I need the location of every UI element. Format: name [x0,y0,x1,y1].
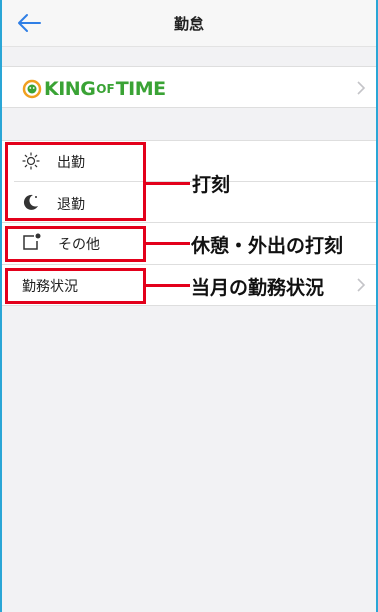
logo-text-of: OF [96,82,115,96]
page-title: 勤怠 [173,15,204,33]
annotation-connector-clock [146,182,190,185]
divider [2,222,376,223]
king-of-time-logo: KING OF TIME [22,78,166,100]
annotation-box-monthly [5,268,146,304]
chevron-right-icon [357,278,366,292]
annotation-box-break [5,226,146,262]
annotation-text-break: 休憩・外出の打刻 [191,235,344,257]
chevron-right-icon [357,81,366,95]
navigation-bar: 勤怠 [2,0,376,47]
logo-text-time: TIME [115,78,166,100]
annotation-text-monthly: 当月の勤務状況 [191,273,325,300]
annotation-box-clock [5,142,146,221]
logo-clock-icon [22,79,42,99]
annotation-connector-monthly [146,284,190,287]
divider [2,107,376,108]
logo-text-king: KING [44,78,96,100]
annotation-text-clock: 打刻 [192,174,231,196]
annotation-connector-break [146,242,190,245]
divider [2,305,376,306]
